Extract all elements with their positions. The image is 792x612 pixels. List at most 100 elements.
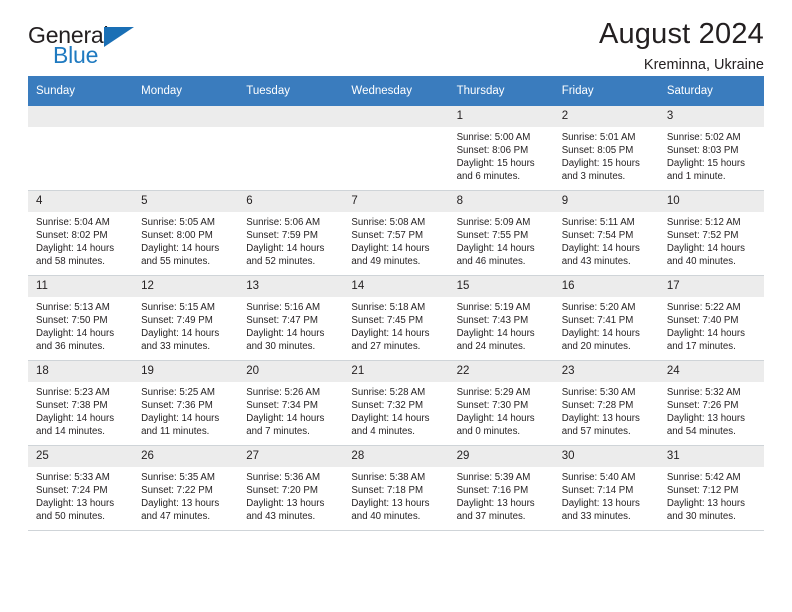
calendar-cell-inner: 25 Sunrise: 5:33 AM Sunset: 7:24 PM Dayligh…	[28, 446, 134, 530]
calendar-cell-inner: 7 Sunrise: 5:08 AM Sunset: 7:57 PM Daylight…	[343, 191, 449, 275]
daylight-text-line1: Daylight: 14 hours	[456, 413, 535, 425]
calendar-day-cell[interactable]: 8 Sunrise: 5:09 AM Sunset: 7:55 PM Daylight…	[448, 190, 554, 276]
sun-info: Sunrise: 5:20 AM Sunset: 7:41 PM Daylight:…	[554, 297, 659, 354]
calendar-day-cell[interactable]: 26 Sunrise: 5:35 AM Sunset: 7:22 PM Dayligh…	[133, 445, 239, 531]
calendar-day-cell[interactable]: 21 Sunrise: 5:28 AM Sunset: 7:32 PM Dayligh…	[343, 360, 449, 446]
calendar-day-cell[interactable]: 13 Sunrise: 5:16 AM Sunset: 7:47 PM Dayligh…	[238, 275, 344, 361]
daylight-text-line2: and 30 minutes.	[666, 511, 736, 523]
calendar-cell-inner: 5 Sunrise: 5:05 AM Sunset: 8:00 PM Daylight…	[133, 191, 239, 275]
daylight-text-line1: Daylight: 13 hours	[36, 498, 115, 510]
daylight-text-line2: and 6 minutes.	[456, 171, 521, 183]
calendar-cell-inner: 8 Sunrise: 5:09 AM Sunset: 7:55 PM Daylight…	[448, 191, 554, 275]
calendar-page: General Blue August 2024 Kreminna, Ukrai…	[0, 0, 792, 612]
daylight-text-line2: and 58 minutes.	[36, 256, 105, 268]
calendar-cell-empty	[133, 106, 239, 191]
daylight-text-line2: and 50 minutes.	[36, 511, 105, 523]
calendar-table: Sunday Monday Tuesday Wednesday Thursday…	[28, 76, 764, 531]
day-number: 23	[553, 361, 659, 382]
calendar-day-cell[interactable]: 7 Sunrise: 5:08 AM Sunset: 7:57 PM Daylight…	[343, 190, 449, 276]
sunset-text: Sunset: 8:00 PM	[141, 230, 213, 242]
calendar-day-cell[interactable]: 31 Sunrise: 5:42 AM Sunset: 7:12 PM Dayligh…	[658, 445, 764, 531]
calendar-day-cell[interactable]: 28 Sunrise: 5:38 AM Sunset: 7:18 PM Dayligh…	[343, 445, 449, 531]
day-number: 22	[448, 361, 554, 382]
calendar-day-cell[interactable]: 10 Sunrise: 5:12 AM Sunset: 7:52 PM Dayligh…	[658, 190, 764, 276]
daylight-text-line2: and 33 minutes.	[561, 511, 631, 523]
calendar-week-row: 4 Sunrise: 5:04 AM Sunset: 8:02 PM Daylight…	[28, 190, 764, 276]
day-number	[133, 106, 239, 127]
calendar-day-cell[interactable]: 1 Sunrise: 5:00 AM Sunset: 8:06 PM Daylight…	[448, 106, 554, 191]
calendar-day-cell[interactable]: 24 Sunrise: 5:32 AM Sunset: 7:26 PM Dayligh…	[658, 360, 764, 446]
weekday-header-wednesday: Wednesday	[343, 76, 449, 106]
daylight-text-line1: Daylight: 14 hours	[456, 328, 535, 340]
sunrise-text: Sunrise: 5:40 AM	[561, 472, 636, 483]
day-number: 11	[28, 276, 134, 297]
day-number: 31	[658, 446, 764, 467]
weekday-header-monday: Monday	[133, 76, 239, 106]
calendar-day-cell[interactable]: 3 Sunrise: 5:02 AM Sunset: 8:03 PM Daylight…	[658, 106, 764, 191]
brand-logo[interactable]: General Blue	[28, 24, 158, 72]
calendar-cell-inner: 3 Sunrise: 5:02 AM Sunset: 8:03 PM Daylight…	[658, 106, 764, 190]
daylight-text-line1: Daylight: 14 hours	[246, 243, 325, 255]
calendar-cell-inner: 13 Sunrise: 5:16 AM Sunset: 7:47 PM Dayligh…	[238, 276, 344, 360]
calendar-day-cell[interactable]: 9 Sunrise: 5:11 AM Sunset: 7:54 PM Daylight…	[553, 190, 659, 276]
calendar-cell-empty	[343, 106, 449, 191]
calendar-day-cell[interactable]: 22 Sunrise: 5:29 AM Sunset: 7:30 PM Dayligh…	[448, 360, 554, 446]
calendar-day-cell[interactable]: 27 Sunrise: 5:36 AM Sunset: 7:20 PM Dayligh…	[238, 445, 344, 531]
sunset-text: Sunset: 7:49 PM	[141, 315, 213, 327]
sunrise-text: Sunrise: 5:15 AM	[141, 302, 215, 313]
day-number: 12	[133, 276, 239, 297]
sunset-text: Sunset: 8:02 PM	[36, 230, 108, 242]
daylight-text-line1: Daylight: 13 hours	[561, 498, 640, 510]
day-number: 6	[238, 191, 344, 212]
calendar-day-cell[interactable]: 14 Sunrise: 5:18 AM Sunset: 7:45 PM Dayligh…	[343, 275, 449, 361]
calendar-day-cell[interactable]: 12 Sunrise: 5:15 AM Sunset: 7:49 PM Dayligh…	[133, 275, 239, 361]
calendar-cell-empty	[238, 106, 344, 191]
calendar-day-cell[interactable]: 20 Sunrise: 5:26 AM Sunset: 7:34 PM Dayligh…	[238, 360, 344, 446]
day-number: 16	[553, 276, 659, 297]
calendar-day-cell[interactable]: 16 Sunrise: 5:20 AM Sunset: 7:41 PM Dayligh…	[553, 275, 659, 361]
sunset-text: Sunset: 7:12 PM	[666, 485, 739, 497]
calendar-cell-inner: 1 Sunrise: 5:00 AM Sunset: 8:06 PM Daylight…	[448, 106, 554, 190]
calendar-cell-inner: 9 Sunrise: 5:11 AM Sunset: 7:54 PM Daylight…	[553, 191, 659, 275]
daylight-text-line2: and 3 minutes.	[561, 171, 626, 183]
sunset-text: Sunset: 7:52 PM	[666, 230, 739, 242]
calendar-day-cell[interactable]: 5 Sunrise: 5:05 AM Sunset: 8:00 PM Daylight…	[133, 190, 239, 276]
calendar-day-cell[interactable]: 23 Sunrise: 5:30 AM Sunset: 7:28 PM Dayligh…	[553, 360, 659, 446]
sunset-text: Sunset: 7:41 PM	[561, 315, 634, 327]
calendar-cell-inner: 28 Sunrise: 5:38 AM Sunset: 7:18 PM Dayligh…	[343, 446, 449, 530]
calendar-cell-inner: 12 Sunrise: 5:15 AM Sunset: 7:49 PM Dayligh…	[133, 276, 239, 360]
weekday-header-saturday: Saturday	[658, 76, 764, 106]
calendar-day-cell[interactable]: 15 Sunrise: 5:19 AM Sunset: 7:43 PM Dayligh…	[448, 275, 554, 361]
calendar-cell-inner: 26 Sunrise: 5:35 AM Sunset: 7:22 PM Dayligh…	[133, 446, 239, 530]
sunrise-text: Sunrise: 5:39 AM	[456, 472, 531, 483]
calendar-day-cell[interactable]: 11 Sunrise: 5:13 AM Sunset: 7:50 PM Dayligh…	[28, 275, 134, 361]
calendar-day-cell[interactable]: 30 Sunrise: 5:40 AM Sunset: 7:14 PM Dayligh…	[553, 445, 659, 531]
day-number	[28, 106, 134, 127]
daylight-text-line2: and 20 minutes.	[561, 341, 631, 353]
sun-info: Sunrise: 5:11 AM Sunset: 7:54 PM Daylight:…	[554, 212, 659, 269]
calendar-day-cell[interactable]: 18 Sunrise: 5:23 AM Sunset: 7:38 PM Dayligh…	[28, 360, 134, 446]
daylight-text-line1: Daylight: 13 hours	[561, 413, 640, 425]
sunset-text: Sunset: 7:20 PM	[246, 485, 318, 497]
sun-info: Sunrise: 5:13 AM Sunset: 7:50 PM Daylight:…	[28, 297, 133, 354]
sunrise-text: Sunrise: 5:11 AM	[561, 217, 635, 228]
daylight-text-line1: Daylight: 14 hours	[351, 328, 430, 340]
calendar-cell-inner	[343, 106, 449, 190]
sun-info: Sunrise: 5:01 AM Sunset: 8:05 PM Daylight:…	[554, 127, 659, 184]
calendar-cell-inner: 27 Sunrise: 5:36 AM Sunset: 7:20 PM Dayligh…	[238, 446, 344, 530]
calendar-day-cell[interactable]: 29 Sunrise: 5:39 AM Sunset: 7:16 PM Dayligh…	[448, 445, 554, 531]
calendar-day-cell[interactable]: 19 Sunrise: 5:25 AM Sunset: 7:36 PM Dayligh…	[133, 360, 239, 446]
calendar-cell-inner: 20 Sunrise: 5:26 AM Sunset: 7:34 PM Dayligh…	[238, 361, 344, 445]
calendar-cell-inner: 30 Sunrise: 5:40 AM Sunset: 7:14 PM Dayligh…	[553, 446, 659, 530]
calendar-cell-inner: 4 Sunrise: 5:04 AM Sunset: 8:02 PM Daylight…	[28, 191, 134, 275]
day-number: 10	[658, 191, 764, 212]
calendar-day-cell[interactable]: 6 Sunrise: 5:06 AM Sunset: 7:59 PM Daylight…	[238, 190, 344, 276]
calendar-day-cell[interactable]: 17 Sunrise: 5:22 AM Sunset: 7:40 PM Dayligh…	[658, 275, 764, 361]
daylight-text-line1: Daylight: 13 hours	[141, 498, 220, 510]
calendar-week-row: 11 Sunrise: 5:13 AM Sunset: 7:50 PM Dayligh…	[28, 275, 764, 361]
calendar-day-cell[interactable]: 2 Sunrise: 5:01 AM Sunset: 8:05 PM Daylight…	[553, 106, 659, 191]
calendar-day-cell[interactable]: 25 Sunrise: 5:33 AM Sunset: 7:24 PM Dayligh…	[28, 445, 134, 531]
sunset-text: Sunset: 7:18 PM	[351, 485, 424, 497]
daylight-text-line2: and 36 minutes.	[36, 341, 105, 353]
calendar-day-cell[interactable]: 4 Sunrise: 5:04 AM Sunset: 8:02 PM Daylight…	[28, 190, 134, 276]
